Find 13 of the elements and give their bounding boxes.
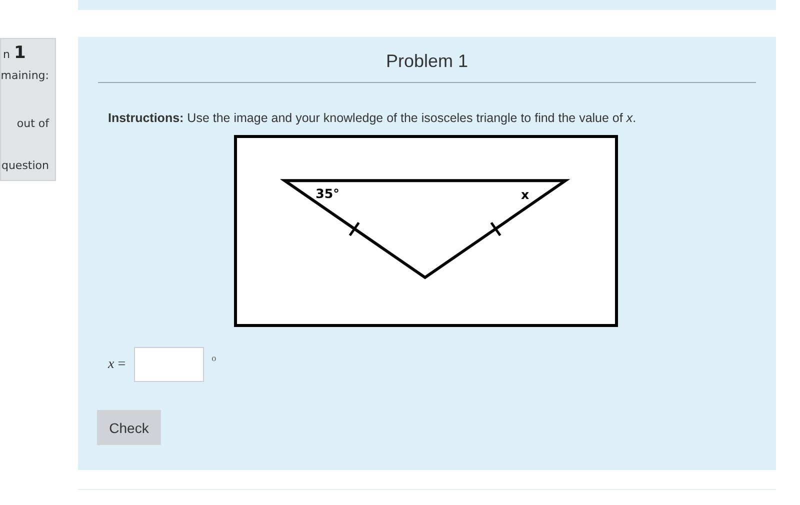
info-text: out of (16, 117, 49, 130)
angle-label: 35° (316, 186, 340, 202)
instructions-text: Instructions: Use the image and your knowledge of the isosceles triangle to find the value of x. (108, 111, 638, 125)
info-text: maining: (1, 69, 49, 82)
question-label: n (3, 48, 10, 61)
degree-unit: o (212, 353, 216, 363)
check-button[interactable]: Check (97, 410, 161, 445)
question-number: 1 (14, 43, 26, 63)
answer-field[interactable] (134, 347, 204, 382)
problem-title: Problem 1 (98, 51, 756, 83)
answer-label: x = (108, 356, 126, 372)
unknown-angle-label: x (520, 187, 530, 202)
info-text: question (1, 159, 49, 172)
